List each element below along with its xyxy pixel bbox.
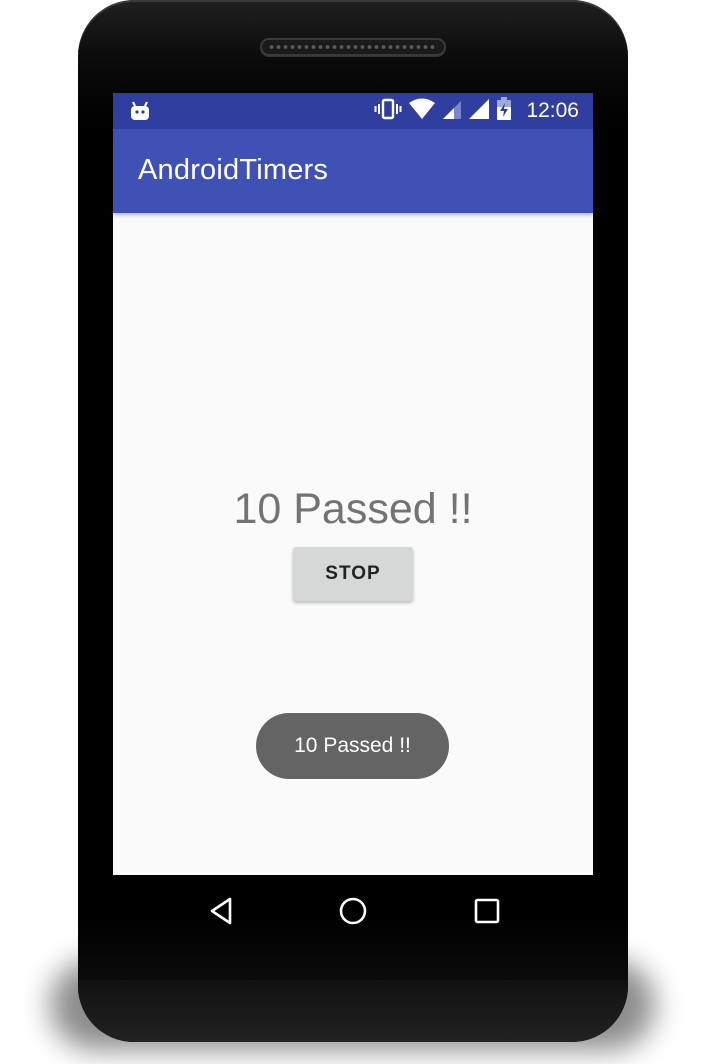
speaker-grille [260, 38, 446, 56]
speaker-holes [268, 43, 438, 51]
stop-button[interactable]: STOP [293, 547, 413, 601]
home-icon[interactable] [333, 893, 373, 929]
recents-icon[interactable] [467, 893, 507, 929]
status-bar: 12:06 [113, 93, 593, 129]
navigation-bar [113, 875, 593, 947]
device-frame-stage: 12:06 AndroidTimers 10 Passed !! STOP 10… [0, 0, 705, 1064]
vibrate-icon [374, 98, 402, 124]
timer-counter-text: 10 Passed !! [233, 485, 473, 533]
battery-charging-icon [496, 97, 512, 125]
phone-chin [78, 980, 628, 1042]
app-bar: AndroidTimers [113, 129, 593, 213]
signal-icon [468, 98, 490, 124]
signal-icon [442, 98, 462, 124]
toast-message: 10 Passed !! [256, 713, 449, 779]
status-icons: 12:06 [374, 93, 579, 129]
phone-screen: 12:06 AndroidTimers 10 Passed !! STOP 10… [113, 93, 593, 875]
wifi-icon [408, 98, 436, 124]
back-icon[interactable] [201, 893, 241, 929]
app-title: AndroidTimers [138, 154, 329, 186]
android-debug-icon [129, 100, 151, 126]
status-time: 12:06 [526, 99, 579, 122]
